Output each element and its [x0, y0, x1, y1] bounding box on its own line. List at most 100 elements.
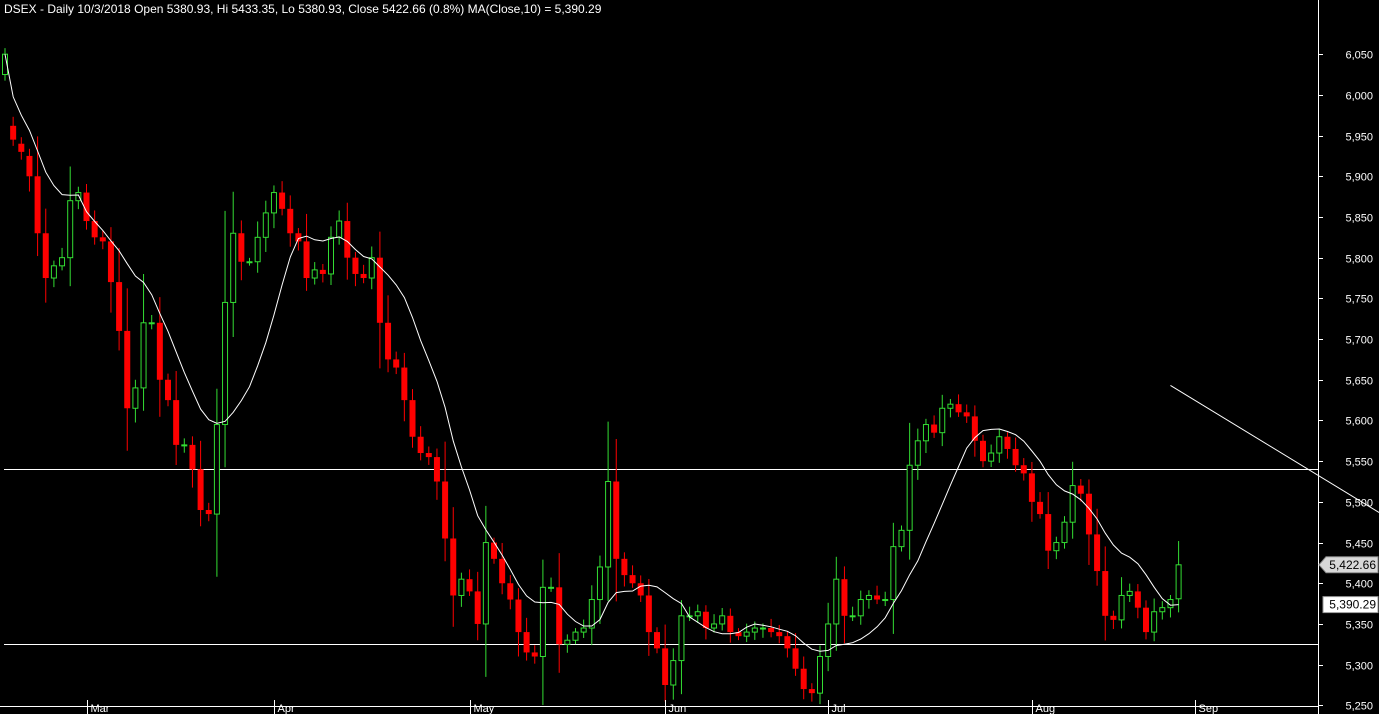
candle-body-down	[26, 155, 33, 177]
candle	[303, 213, 310, 291]
candle	[197, 440, 204, 527]
candle-body-up	[825, 623, 832, 658]
candle	[156, 297, 163, 417]
candle	[1012, 437, 1019, 472]
candle-body-up	[50, 265, 57, 279]
candle-body-down	[800, 668, 807, 690]
candle-body-up	[1053, 542, 1060, 552]
candle-body-down	[1143, 607, 1149, 633]
candle	[849, 606, 856, 622]
price-chart[interactable]: 6,050 6,000 5,950 5,900 5,850 5,800 5,750 5,700…	[0, 0, 1379, 714]
candle	[59, 247, 66, 271]
candle-body-up	[988, 452, 995, 462]
candle	[515, 588, 522, 657]
candle	[18, 137, 25, 160]
y-tick-label: 5,450	[1345, 539, 1373, 551]
y-tick-label: 5,600	[1345, 416, 1373, 428]
candle	[450, 507, 457, 627]
candle-body-down	[344, 221, 351, 258]
y-tick-label: 5,750	[1345, 294, 1373, 306]
candle	[254, 221, 261, 273]
candle	[727, 608, 734, 643]
candle	[719, 608, 726, 631]
candle-body-up	[148, 322, 155, 325]
candle-body-down	[189, 444, 196, 470]
candle	[922, 418, 929, 454]
candle-body-up	[181, 444, 188, 447]
candle	[368, 246, 375, 290]
candle	[140, 273, 147, 411]
candle-body-up	[1069, 485, 1076, 523]
candle	[442, 441, 449, 562]
candle-body-down	[156, 322, 163, 380]
candle	[132, 379, 139, 423]
candle-body-down	[556, 587, 563, 645]
candle-body-down	[531, 652, 538, 657]
candle	[613, 438, 620, 602]
candle-body-down	[352, 257, 359, 274]
candle-body-up	[670, 660, 677, 686]
candle-body-down	[1102, 571, 1109, 616]
candle	[1094, 508, 1101, 586]
x-tick-label: Aug	[1036, 703, 1056, 714]
candle-body-up	[311, 269, 318, 279]
candle	[189, 436, 196, 488]
candle-body-down	[654, 632, 660, 649]
candle-body-down	[34, 176, 41, 234]
candle	[792, 633, 799, 676]
candle-body-down	[1020, 465, 1027, 474]
candle-body-up	[548, 586, 555, 589]
y-tick-label: 5,350	[1345, 620, 1373, 632]
moving-average-series	[4, 54, 1179, 652]
candle-body-down	[107, 241, 114, 283]
candle	[173, 371, 180, 466]
candle	[10, 116, 17, 146]
candle-body-down	[287, 208, 294, 234]
candle	[1045, 492, 1052, 570]
x-tick-label: May	[474, 703, 495, 714]
candle	[556, 553, 563, 673]
candle-body-up	[1126, 590, 1133, 596]
candle-body-down	[1028, 473, 1035, 502]
candle	[107, 227, 114, 313]
candle	[711, 614, 718, 633]
candle	[914, 428, 921, 480]
candle	[1102, 546, 1109, 641]
candle-body-down	[450, 538, 457, 596]
candle	[572, 628, 579, 645]
candle-body-up	[262, 212, 269, 238]
candle	[1110, 610, 1117, 629]
candle-body-down	[662, 648, 669, 685]
x-tick-label: Apr	[278, 703, 295, 714]
candle-body-up	[140, 322, 147, 389]
candle-body-up	[67, 200, 74, 259]
candle-body-down	[955, 404, 962, 413]
candle	[539, 559, 546, 705]
candle-body-down	[42, 233, 49, 279]
y-tick-label: 5,500	[1345, 498, 1373, 510]
candle	[857, 590, 864, 625]
candle-body-up	[694, 611, 701, 617]
candle-body-up	[817, 656, 823, 694]
candle-body-down	[808, 689, 815, 694]
candle-body-up	[246, 261, 253, 264]
candle	[841, 566, 848, 644]
ma-line	[4, 54, 1179, 652]
candle	[662, 624, 669, 702]
candle-body-down	[931, 424, 938, 433]
candle	[336, 210, 343, 245]
candle	[882, 591, 889, 607]
candle	[376, 231, 383, 369]
candle-body-up	[743, 631, 750, 637]
candle-body-down	[1012, 448, 1019, 466]
candle	[181, 438, 188, 453]
candle	[1134, 584, 1141, 619]
candle	[1151, 598, 1158, 642]
candle	[531, 645, 538, 664]
candle-body-up	[857, 599, 864, 617]
candle-body-up	[572, 631, 579, 641]
y-tick-label: 6,000	[1345, 91, 1373, 103]
candle-body-down	[466, 579, 473, 592]
y-tick-label: 5,950	[1345, 132, 1373, 144]
candle-body-up	[1159, 607, 1166, 613]
